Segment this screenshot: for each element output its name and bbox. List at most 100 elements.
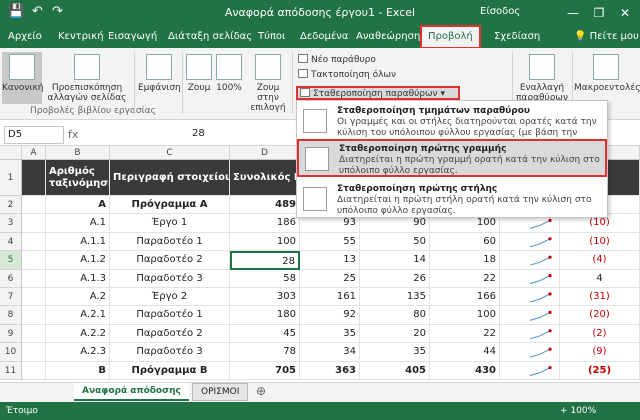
cell-a[interactable]	[22, 324, 46, 344]
column-header-d[interactable]: D	[230, 146, 300, 160]
page-break-preview-button[interactable]: Προεπισκόπηση αλλαγών σελίδας	[44, 54, 130, 103]
cell-g[interactable]: 60	[430, 232, 500, 252]
cell-a[interactable]	[22, 361, 46, 380]
cell-sort-number[interactable]: A.1	[46, 214, 110, 233]
cell-variance[interactable]: 4	[560, 269, 640, 288]
close-icon[interactable]: ✕	[612, 3, 638, 23]
macros-button[interactable]: Μακροεντολές	[574, 54, 640, 93]
row-header-4[interactable]: 4	[0, 232, 22, 252]
row-header-10[interactable]: 10	[0, 343, 22, 362]
cell-e[interactable]: 34	[300, 343, 360, 362]
cell-total[interactable]: 180	[230, 306, 300, 325]
tab-home[interactable]: Κεντρική	[58, 26, 104, 48]
cell-total[interactable]: 705	[230, 361, 300, 380]
normal-view-button[interactable]: Κανονική	[2, 52, 43, 104]
tab-design[interactable]: Σχεδίαση	[494, 26, 540, 48]
menu-item-freeze-panes[interactable]: Σταθεροποίηση τμημάτων παραθύρου Οι γραμ…	[297, 103, 607, 149]
cell-total[interactable]: 489	[230, 196, 300, 215]
sheet-tab-performance-report[interactable]: Αναφορά απόδοσης	[74, 383, 189, 401]
tell-me-search[interactable]: 💡 Πείτε μου	[574, 26, 639, 48]
cell-f[interactable]: 50	[360, 232, 430, 252]
cell-f[interactable]: 26	[360, 269, 430, 288]
cell-g[interactable]: 22	[430, 269, 500, 288]
zoom-button[interactable]: Ζουμ	[184, 54, 214, 93]
cell-description[interactable]: Παραδοτέο 1	[110, 232, 230, 252]
show-button[interactable]: Εμφάνιση	[138, 54, 181, 93]
tab-file[interactable]: Αρχείο	[8, 26, 42, 48]
row-header-6[interactable]: 6	[0, 269, 22, 288]
cell-g[interactable]: 44	[430, 343, 500, 362]
cell-sort-number[interactable]: A.2.2	[46, 324, 110, 344]
column-header-a[interactable]: A	[22, 146, 46, 160]
cell-a[interactable]	[22, 251, 46, 270]
cell-e[interactable]: 13	[300, 251, 360, 270]
arrange-all-button[interactable]: Τακτοποίηση όλων	[298, 69, 396, 81]
column-header-b[interactable]: B	[46, 146, 110, 160]
cell-sort-number[interactable]: B	[46, 361, 110, 380]
fx-icon[interactable]: fx	[68, 128, 78, 141]
cell-sort-number[interactable]: A	[46, 196, 110, 215]
row-header-5[interactable]: 5	[0, 251, 22, 270]
row-header-9[interactable]: 9	[0, 324, 22, 344]
cell-description[interactable]: Παραδοτέο 2	[110, 324, 230, 344]
cell-description[interactable]: Πρόγραμμα Β	[110, 361, 230, 380]
cell-variance[interactable]: (20)	[560, 306, 640, 325]
new-window-button[interactable]: Νέο παράθυρο	[298, 54, 376, 66]
cell-f[interactable]: 14	[360, 251, 430, 270]
menu-item-freeze-first-column[interactable]: Σταθεροποίηση πρώτης στήλης Διατηρείται …	[297, 181, 607, 216]
row-header-8[interactable]: 8	[0, 306, 22, 325]
cell-g[interactable]: 22	[430, 324, 500, 344]
cell-e[interactable]: 363	[300, 361, 360, 380]
cell-f[interactable]: 80	[360, 306, 430, 325]
cell-e[interactable]: 55	[300, 232, 360, 252]
cell-total[interactable]: 100	[230, 232, 300, 252]
cell-total[interactable]: 303	[230, 288, 300, 307]
formula-input[interactable]: 28	[192, 128, 205, 139]
cell-variance[interactable]: (10)	[560, 232, 640, 252]
tab-review[interactable]: Αναθεώρηση	[356, 26, 420, 48]
cell-sort-number[interactable]: A.2	[46, 288, 110, 307]
column-header-c[interactable]: C	[110, 146, 230, 160]
cell-description[interactable]: Παραδοτέο 3	[110, 269, 230, 288]
row-header-7[interactable]: 7	[0, 288, 22, 307]
cell-f[interactable]: 405	[360, 361, 430, 380]
cell-f[interactable]: 135	[360, 288, 430, 307]
cell-sort-number[interactable]: A.2.1	[46, 306, 110, 325]
freeze-panes-button[interactable]: Σταθεροποίηση παραθύρων ▾	[296, 86, 460, 100]
tab-page-layout[interactable]: Διάταξη σελίδας	[168, 26, 252, 48]
row-header-2[interactable]: 2	[0, 196, 22, 215]
cell-variance[interactable]: (4)	[560, 251, 640, 270]
cell-variance[interactable]: (31)	[560, 288, 640, 307]
cell-description[interactable]: Έργο 1	[110, 214, 230, 233]
cell-total[interactable]: 58	[230, 269, 300, 288]
switch-windows-button[interactable]: Εναλλαγή παραθύρων	[514, 54, 570, 103]
zoom-100-button[interactable]: 100%	[214, 54, 244, 93]
cell-e[interactable]: 161	[300, 288, 360, 307]
cell-description[interactable]: Πρόγραμμα Α	[110, 196, 230, 215]
sign-in-link[interactable]: Είσοδος	[480, 6, 520, 17]
row-header-11[interactable]: 11	[0, 361, 22, 380]
cell-description[interactable]: Έργο 2	[110, 288, 230, 307]
zoom-to-selection-button[interactable]: Ζουμ στην επιλογή	[246, 54, 290, 113]
cell-a[interactable]	[22, 343, 46, 362]
cell-variance[interactable]: (25)	[560, 361, 640, 380]
cell-a[interactable]	[22, 232, 46, 252]
cell-a[interactable]	[22, 306, 46, 325]
cell-total[interactable]: 28	[230, 251, 300, 270]
cell-description[interactable]: Παραδοτέο 3	[110, 343, 230, 362]
cell-sort-number[interactable]: A.1.2	[46, 251, 110, 270]
sheet-tab-definitions[interactable]: ΟΡΙΣΜΟΙ	[192, 383, 249, 401]
name-box[interactable]: D5	[4, 126, 64, 144]
cell-sort-number[interactable]: A.1.1	[46, 232, 110, 252]
cell-total[interactable]: 186	[230, 214, 300, 233]
zoom-level[interactable]: + 100%	[560, 402, 596, 420]
cell-f[interactable]: 35	[360, 343, 430, 362]
cell-e[interactable]: 25	[300, 269, 360, 288]
add-sheet-icon[interactable]: ⊕	[248, 383, 274, 401]
cell-g[interactable]: 100	[430, 306, 500, 325]
menu-item-freeze-top-row[interactable]: Σταθεροποίηση πρώτης γραμμής Διατηρείται…	[297, 139, 607, 177]
select-all-corner[interactable]	[0, 146, 22, 160]
tab-data[interactable]: Δεδομένα	[300, 26, 348, 48]
cell-variance[interactable]: (9)	[560, 343, 640, 362]
cell-a[interactable]	[22, 196, 46, 215]
